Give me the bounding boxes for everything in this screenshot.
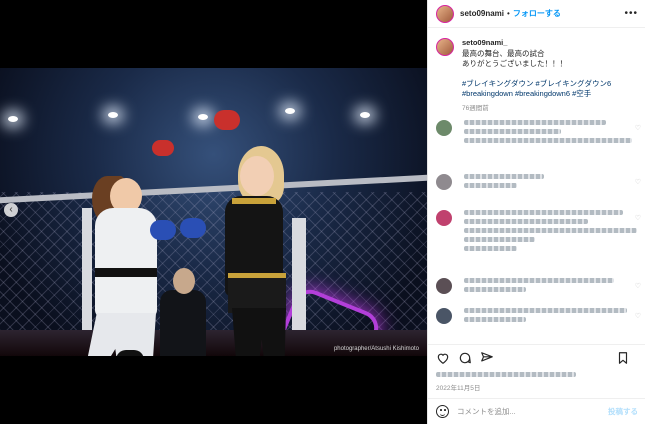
emoji-icon[interactable] [436,405,449,418]
fighter-right-legs [232,308,286,356]
header-username[interactable]: seto09nami [460,9,504,18]
caption-username[interactable]: seto09nami_ [462,38,611,49]
fighter-left-gi [95,208,157,318]
add-comment-bar: 投稿する [428,398,645,424]
comment-like-icon[interactable]: ♡ [635,124,641,132]
blurred-comment [464,174,641,206]
post-date: 2022年11月5日 [436,385,481,392]
list-item: ♡ [436,308,641,336]
stage-light [108,112,118,118]
list-item: ♡ [436,174,641,206]
referee [160,290,206,356]
like-heart-icon[interactable] [436,351,450,365]
commenter-avatar[interactable] [436,278,452,294]
post-header: seto09nami • フォローする ••• [428,0,645,28]
blurred-comment [464,120,641,154]
gold-trim [232,198,276,204]
caption-avatar[interactable] [436,38,454,56]
knee-pad [116,350,144,356]
commenter-avatar[interactable] [436,308,452,324]
bookmark-icon[interactable] [616,351,630,365]
arena-floor [0,330,427,356]
post-photo[interactable]: photographer/Atsushi Kishimoto [0,68,427,356]
comment-like-icon[interactable]: ♡ [635,282,641,290]
blurred-comment [464,308,641,336]
hashtags-line[interactable]: #breakingdown #breakingdown6 #空手 [462,89,611,100]
blue-glove [180,218,206,238]
commenter-avatar[interactable] [436,174,452,190]
comment-list: ♡ ♡ ♡ ♡ ♡ [436,120,641,336]
caption-line: ありがとうございました！！！ [462,59,567,68]
blurred-comment [464,210,641,266]
list-item: ♡ [436,278,641,308]
blurred-likes [436,372,576,381]
commenter-avatar[interactable] [436,210,452,226]
caption-line: 最高の舞台、最高の試合 [462,48,545,58]
blurred-comment [464,278,641,308]
commenter-avatar[interactable] [436,120,452,136]
referee-head [173,268,195,294]
post-comment-button[interactable]: 投稿する [608,406,638,417]
list-item: ♡ [436,120,641,154]
black-belt [95,268,157,277]
post-sidebar: seto09nami • フォローする ••• seto09nami_ 最高の舞… [427,0,645,424]
separator-dot: • [507,9,510,18]
comment-like-icon[interactable]: ♡ [635,178,641,186]
caption-text: seto09nami_ 最高の舞台、最高の試合 ありがとうございました！！！ #… [462,38,611,114]
action-bar [428,344,645,368]
stage-light [360,112,370,118]
stage-light [285,108,295,114]
red-glove [214,110,240,130]
stage-light [8,116,18,122]
list-item: ♡ [436,210,641,266]
comment-bubble-icon[interactable] [458,351,472,365]
post-photo-area: photographer/Atsushi Kishimoto ‹ [0,0,427,424]
carousel-prev-button[interactable]: ‹ [4,203,18,217]
avatar[interactable] [436,4,454,23]
hashtags-line[interactable]: #ブレイキングダウン #ブレイキングダウン6 [462,79,611,90]
more-options-icon[interactable]: ••• [624,8,638,19]
fighter-right-shorts [228,273,286,313]
comment-input[interactable] [457,407,608,416]
photo-credit: photographer/Atsushi Kishimoto [333,346,419,352]
red-glove [152,140,174,156]
blue-glove [150,220,176,240]
fighter-right-head [240,156,274,196]
caption-time: 76週間前 [462,104,489,112]
follow-button[interactable]: フォローする [513,8,561,19]
caption: seto09nami_ 最高の舞台、最高の試合 ありがとうございました！！！ #… [436,38,641,114]
stage-light [198,114,208,120]
comment-like-icon[interactable]: ♡ [635,214,641,222]
comment-like-icon[interactable]: ♡ [635,312,641,320]
share-send-icon[interactable] [480,351,494,365]
